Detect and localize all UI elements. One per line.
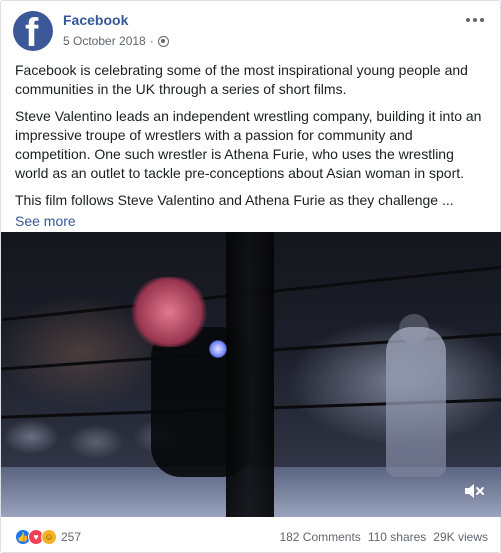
- more-icon: [466, 18, 470, 22]
- ring-post: [226, 232, 274, 517]
- post-paragraph: Facebook is celebrating some of the most…: [15, 62, 468, 97]
- speaker-mute-icon[interactable]: [463, 482, 485, 500]
- reactions-summary[interactable]: 👍 ♥ ☺ 257: [15, 529, 81, 545]
- pink-hair: [129, 277, 209, 347]
- post-meta: 5 October 2018 ·: [63, 34, 169, 48]
- haha-icon: ☺: [41, 529, 57, 545]
- more-options-button[interactable]: [464, 13, 486, 27]
- facebook-logo-icon: f: [25, 11, 39, 51]
- page-avatar[interactable]: f: [13, 11, 53, 51]
- video-player[interactable]: [1, 232, 501, 517]
- shares-count[interactable]: 110 shares: [368, 530, 426, 544]
- post-date[interactable]: 5 October 2018: [63, 34, 146, 48]
- see-more-link[interactable]: See more: [15, 212, 489, 231]
- reaction-count: 257: [61, 530, 82, 544]
- facebook-post: f Facebook 5 October 2018 · Facebook is …: [0, 0, 501, 553]
- page-name[interactable]: Facebook: [63, 12, 128, 28]
- globe-icon[interactable]: [157, 35, 169, 47]
- post-footer: 👍 ♥ ☺ 257 182 Comments 110 shares 29K vi…: [15, 527, 488, 547]
- wrestler-figure: [386, 327, 446, 477]
- comments-count[interactable]: 182 Comments: [279, 530, 360, 544]
- light-glow: [209, 340, 227, 358]
- views-count[interactable]: 29K views: [433, 530, 488, 544]
- post-paragraph: This film follows Steve Valentino and At…: [15, 192, 454, 208]
- post-header: f Facebook 5 October 2018 ·: [13, 11, 488, 53]
- post-paragraph: Steve Valentino leads an independent wre…: [15, 108, 482, 181]
- meta-separator: ·: [149, 34, 154, 48]
- post-text: Facebook is celebrating some of the most…: [15, 61, 489, 231]
- post-stats: 182 Comments 110 shares 29K views: [279, 530, 488, 544]
